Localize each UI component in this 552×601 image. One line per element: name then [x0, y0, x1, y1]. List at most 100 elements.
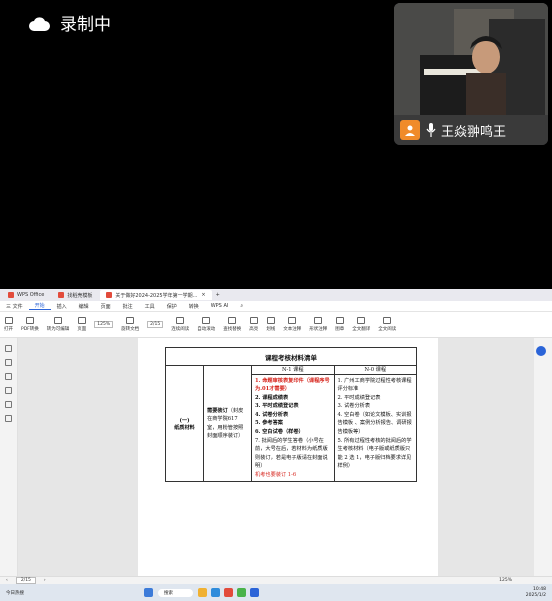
- button-label: 连续阅读: [171, 327, 190, 332]
- bookmark-icon[interactable]: [5, 345, 12, 352]
- microphone-icon: [426, 123, 436, 137]
- menu-protect[interactable]: 保护: [161, 303, 183, 310]
- menu-bar: 三 文件 开始 插入 编辑 页面 批注 工具 保护 转换 WPS AI ⌕: [0, 301, 552, 312]
- tab-wps-office[interactable]: WPS Office: [2, 290, 50, 300]
- cloud-icon: [28, 16, 50, 31]
- recording-label: 录制中: [60, 15, 111, 35]
- menu-file[interactable]: 三 文件: [0, 303, 29, 310]
- course-columns: N-1 课程 N-0 课程 1. 命题审核表复印件（课程序号为.01才需要） 2…: [251, 364, 417, 483]
- to-editable-button[interactable]: 转为可编辑: [43, 317, 74, 332]
- clock[interactable]: 10:48 2025/1/2: [526, 587, 546, 599]
- wps-taskbar-icon[interactable]: [224, 588, 233, 597]
- next-page-icon[interactable]: ›: [44, 578, 46, 583]
- menu-start[interactable]: 开始: [28, 302, 51, 310]
- left-sidebar: [0, 338, 18, 576]
- file-explorer-icon[interactable]: [198, 588, 207, 597]
- list-item: 3. 试卷分析表: [337, 403, 371, 410]
- stamp-button[interactable]: 图章: [331, 317, 348, 332]
- rotate-button[interactable]: 旋转文档: [117, 317, 143, 332]
- taskbar-search[interactable]: 搜索: [158, 588, 193, 597]
- n1-list: 1. 命题审核表复印件（课程序号为.01才需要） 2. 课程成绩表 3. 平时成…: [252, 373, 335, 482]
- auto-scroll-button[interactable]: 自动滚动: [193, 317, 219, 332]
- open-button[interactable]: 打开: [0, 317, 17, 332]
- binding-note-bold: 需要装订: [207, 408, 228, 415]
- button-label: 高亮: [249, 327, 259, 332]
- tab-template[interactable]: 找稻壳模板: [52, 290, 98, 300]
- windows-start-icon[interactable]: [144, 588, 153, 597]
- recording-indicator: 录制中: [28, 10, 111, 35]
- button-label: 全文阅读: [378, 327, 397, 332]
- signature-icon[interactable]: [5, 401, 12, 408]
- menu-insert[interactable]: 插入: [51, 303, 73, 310]
- list-item: 2. 课程成绩表: [255, 394, 289, 401]
- translate-icon: [357, 317, 366, 324]
- stamp-icon: [335, 317, 344, 324]
- document-canvas: 课程考核材料清单 (一) 纸质材料 需要装订（封皮在商学院617室，用粉管按照封…: [18, 338, 534, 576]
- highlight-button[interactable]: 高亮: [245, 317, 262, 332]
- text-comment-button[interactable]: 文本注释: [279, 317, 305, 332]
- pdf-icon: [106, 292, 113, 298]
- underline-icon: [266, 317, 275, 324]
- continuous-read-button[interactable]: 连续阅读: [167, 317, 193, 332]
- tab-document[interactable]: 关于做好2024-2025学年第一学期... ×: [100, 290, 212, 300]
- menu-edit[interactable]: 编辑: [73, 303, 95, 310]
- read-icon: [176, 317, 185, 324]
- page-button[interactable]: 页面: [73, 317, 90, 332]
- page-input[interactable]: 2/15: [147, 321, 164, 328]
- layers-icon[interactable]: [5, 415, 12, 422]
- meeting-icon[interactable]: [250, 588, 259, 597]
- thumbnail-icon[interactable]: [5, 359, 12, 366]
- status-page-input[interactable]: 2/15: [15, 577, 36, 584]
- editable-icon: [54, 317, 63, 324]
- prev-page-icon[interactable]: ‹: [6, 578, 8, 583]
- n0-list: 1. 广州工商学院过程性考核课程评分标准 2. 平时成绩登记表 3. 试卷分析表…: [334, 373, 416, 482]
- edge-icon[interactable]: [211, 588, 220, 597]
- course-materials-table: 课程考核材料清单 (一) 纸质材料 需要装订（封皮在商学院617室，用粉管按照封…: [165, 347, 417, 483]
- close-icon[interactable]: ×: [201, 292, 205, 298]
- video-feed: [394, 3, 548, 115]
- button-label: 图章: [335, 327, 345, 332]
- assistant-float-button[interactable]: [536, 346, 546, 356]
- tab-label: WPS Office: [17, 292, 45, 298]
- list-item: 机考也要装订 1-6: [255, 471, 297, 478]
- new-tab-icon[interactable]: +: [216, 292, 220, 298]
- menu-wps-ai[interactable]: WPS AI: [205, 303, 235, 309]
- comment-list-icon[interactable]: [5, 373, 12, 380]
- header-n1: N-1 课程: [252, 366, 335, 374]
- button-label: 形状注释: [309, 327, 328, 332]
- clock-time: 10:48: [533, 586, 546, 592]
- menu-comment[interactable]: 批注: [117, 303, 139, 310]
- participant-video-tile[interactable]: 王焱翀鸣王: [394, 3, 548, 145]
- underline-button[interactable]: 划线: [262, 317, 279, 332]
- table-title: 课程考核材料清单: [165, 347, 417, 366]
- menu-page[interactable]: 页面: [95, 303, 117, 310]
- menu-tools[interactable]: 工具: [139, 303, 161, 310]
- find-replace-button[interactable]: 查找替换: [219, 317, 245, 332]
- attachment-icon[interactable]: [5, 387, 12, 394]
- binding-note: 需要装订（封皮在商学院617室，用粉管按照封面顺序装订）: [203, 364, 252, 483]
- list-item: 4. 试卷分析表: [255, 411, 289, 418]
- pdf-convert-button[interactable]: PDF转换: [17, 317, 43, 332]
- vertical-scrollbar[interactable]: [534, 338, 552, 576]
- search-icon[interactable]: ⌕: [234, 303, 249, 309]
- news-widget[interactable]: 今日热搜: [6, 590, 24, 596]
- rotate-icon: [126, 317, 135, 324]
- button-label: 文本注释: [283, 327, 302, 332]
- zoom-input[interactable]: 125%: [94, 321, 114, 328]
- list-item: 4. 空白卷（如论文模板、实训报告模板 、案例分析报告、调研报告模板等）: [337, 411, 412, 435]
- list-item: 1. 命题审核表复印件（课程序号为.01才需要）: [255, 377, 330, 393]
- wechat-icon[interactable]: [237, 588, 246, 597]
- button-label: 自动滚动: [197, 327, 216, 332]
- list-item: 1. 广州工商学院过程性考核课程评分标准: [337, 377, 412, 393]
- shape-icon: [314, 317, 323, 324]
- menu-convert[interactable]: 转换: [183, 303, 205, 310]
- read-aloud-button[interactable]: 全文阅读: [374, 317, 400, 332]
- translate-button[interactable]: 全文翻译: [348, 317, 374, 332]
- zoom-control[interactable]: 125%: [90, 321, 117, 328]
- page-nav[interactable]: 2/15: [143, 321, 167, 328]
- template-icon: [58, 292, 65, 298]
- tab-bar: WPS Office 找稻壳模板 关于做好2024-2025学年第一学期... ×…: [0, 289, 552, 301]
- button-label: 页面: [77, 327, 87, 332]
- status-zoom[interactable]: 125%: [499, 578, 512, 583]
- shape-comment-button[interactable]: 形状注释: [305, 317, 331, 332]
